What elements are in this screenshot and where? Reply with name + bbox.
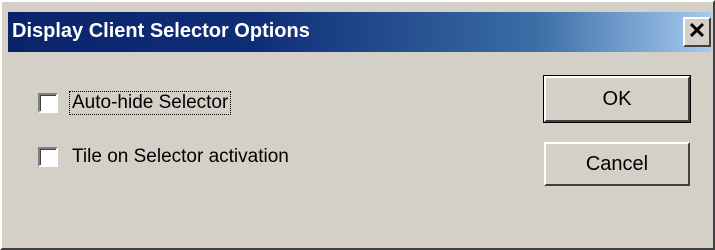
title-bar[interactable]: Display Client Selector Options ✕ <box>8 12 711 52</box>
tile-on-activation-checkbox[interactable] <box>38 147 58 167</box>
auto-hide-checkbox[interactable] <box>38 93 58 113</box>
tile-on-activation-label[interactable]: Tile on Selector activation <box>70 146 291 168</box>
close-button[interactable]: ✕ <box>683 17 711 47</box>
auto-hide-option[interactable]: Auto-hide Selector <box>38 90 232 116</box>
auto-hide-label[interactable]: Auto-hide Selector <box>68 91 232 115</box>
options-dialog: Display Client Selector Options ✕ Auto-h… <box>0 0 715 250</box>
dialog-title: Display Client Selector Options <box>12 20 310 42</box>
close-icon: ✕ <box>687 18 707 43</box>
tile-on-activation-option[interactable]: Tile on Selector activation <box>38 144 291 170</box>
cancel-button[interactable]: Cancel <box>544 142 690 186</box>
ok-button[interactable]: OK <box>543 75 691 123</box>
